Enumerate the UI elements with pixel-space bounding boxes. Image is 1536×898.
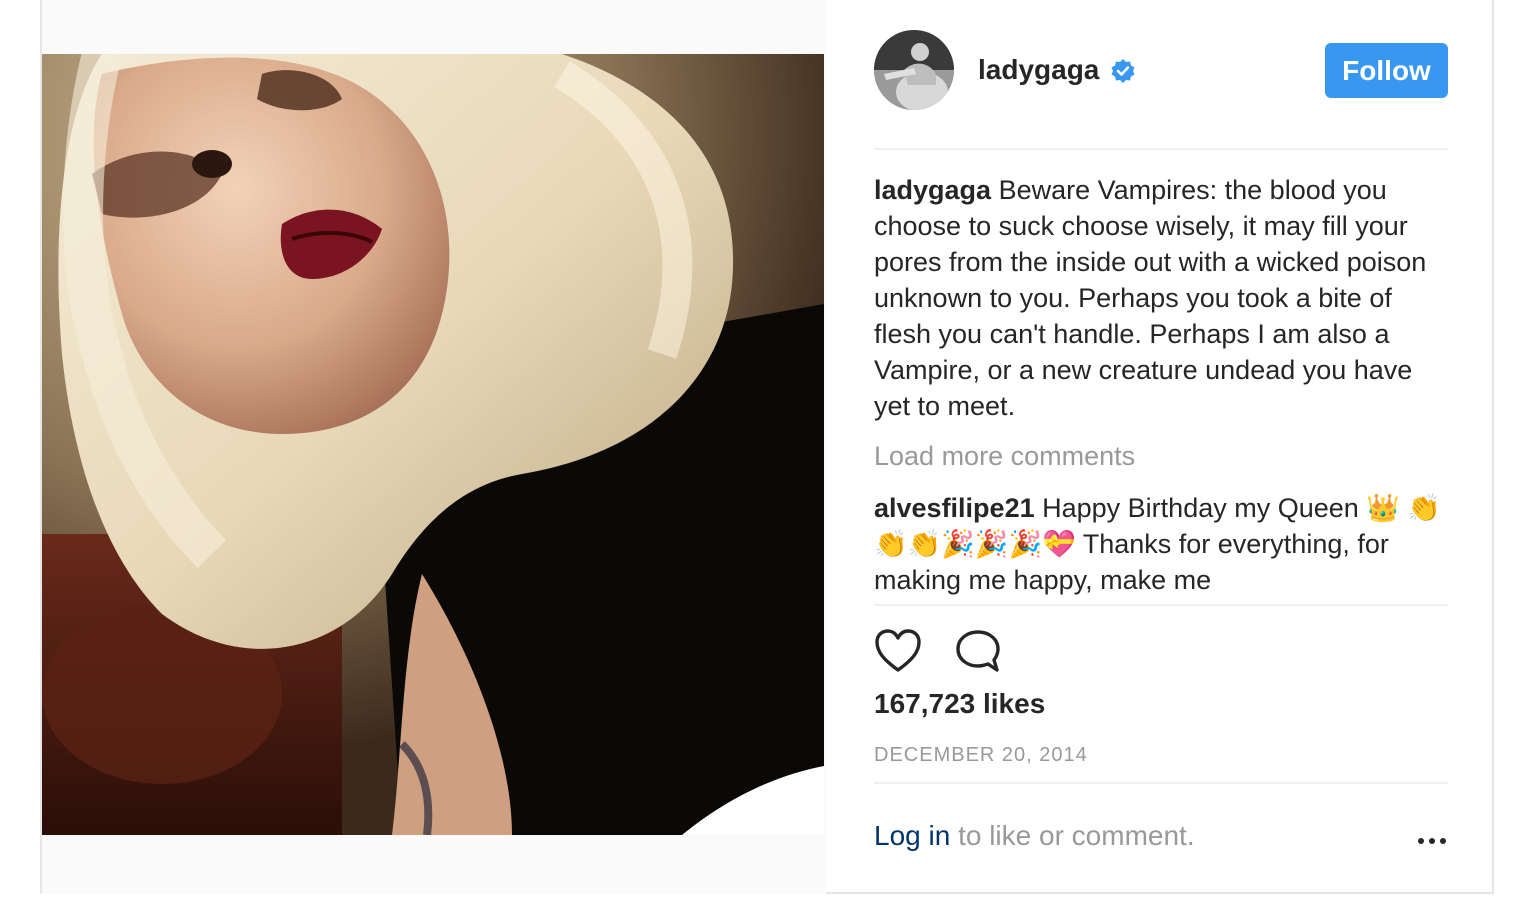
- caption-author[interactable]: ladygaga: [874, 175, 991, 205]
- verified-badge-icon: [1110, 58, 1136, 84]
- username[interactable]: ladygaga: [978, 54, 1099, 86]
- divider: [874, 782, 1448, 784]
- speech-bubble-icon[interactable]: [954, 628, 1002, 674]
- divider: [874, 148, 1448, 150]
- follow-button[interactable]: Follow: [1325, 43, 1448, 98]
- login-prompt-text: to like or comment.: [950, 820, 1195, 851]
- avatar[interactable]: [874, 30, 954, 110]
- comment-author[interactable]: alvesfilipe21: [874, 493, 1035, 523]
- likes-count[interactable]: 167,723 likes: [874, 688, 1045, 720]
- divider: [874, 604, 1448, 606]
- post-photo[interactable]: [42, 54, 824, 835]
- heart-outline-icon[interactable]: [874, 628, 922, 674]
- caption-text: Beware Vampires: the blood you choose to…: [874, 175, 1427, 421]
- comment: alvesfilipe21 Happy Birthday my Queen 👑 …: [874, 490, 1448, 598]
- action-bar: [874, 628, 1074, 676]
- media-column: [42, 0, 826, 894]
- load-more-comments-link[interactable]: Load more comments: [874, 438, 1448, 474]
- post-sidebar: ladygaga Follow ladygaga Beware Vampires…: [874, 0, 1448, 894]
- comments-section: ladygaga Beware Vampires: the blood you …: [874, 172, 1448, 598]
- post-date[interactable]: DECEMBER 20, 2014: [874, 744, 1088, 767]
- more-options-icon[interactable]: [1416, 834, 1448, 848]
- login-link[interactable]: Log in: [874, 820, 950, 851]
- caption: ladygaga Beware Vampires: the blood you …: [874, 172, 1448, 424]
- post-card: ladygaga Follow ladygaga Beware Vampires…: [40, 0, 1494, 894]
- login-prompt: Log in to like or comment.: [874, 820, 1448, 852]
- post-header: ladygaga Follow: [874, 30, 1448, 112]
